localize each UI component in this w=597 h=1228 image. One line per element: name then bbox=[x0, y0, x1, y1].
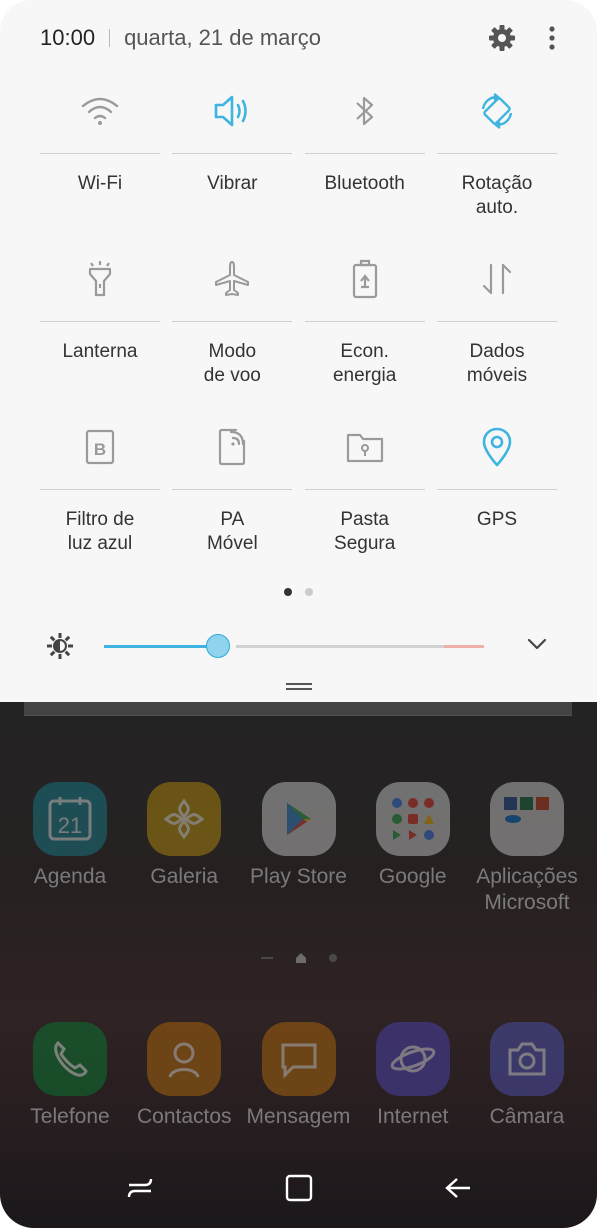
tiles-page-indicator bbox=[0, 588, 597, 596]
brightness-track-end bbox=[444, 645, 484, 648]
wifi-icon bbox=[81, 97, 119, 125]
secure-folder-icon bbox=[346, 433, 383, 463]
tile-label: Modo de voo bbox=[203, 341, 261, 386]
tile-label: Dados móveis bbox=[466, 341, 528, 386]
tile-bluetooth[interactable]: Bluetooth bbox=[304, 78, 425, 246]
quick-settings-panel: 10:00 quarta, 21 de março Wi-Fi Vibrar B… bbox=[0, 0, 597, 702]
bluetooth-icon bbox=[355, 96, 373, 126]
navigation-bar bbox=[0, 1148, 597, 1228]
tile-row: B Filtro de luz azul PA Móvel Pasta Segu… bbox=[40, 414, 557, 582]
tile-label: Lanterna bbox=[62, 341, 138, 362]
tile-airplane[interactable]: Modo de voo bbox=[172, 246, 293, 414]
vibrate-icon bbox=[215, 95, 248, 127]
tile-label: GPS bbox=[476, 509, 518, 530]
svg-text:B: B bbox=[94, 440, 106, 459]
tile-mobile-data[interactable]: Dados móveis bbox=[436, 246, 557, 414]
gps-location-icon bbox=[482, 427, 512, 467]
brightness-sun-icon[interactable] bbox=[46, 632, 74, 660]
chevron-down-icon[interactable] bbox=[526, 636, 548, 652]
page-dot[interactable] bbox=[305, 588, 313, 596]
tile-vibrate[interactable]: Vibrar bbox=[172, 78, 293, 246]
tile-mobile-hotspot[interactable]: PA Móvel bbox=[172, 414, 293, 582]
back-button[interactable] bbox=[433, 1163, 483, 1213]
more-options-icon[interactable] bbox=[547, 23, 557, 53]
clock: 10:00 bbox=[40, 25, 96, 50]
tile-label: Vibrar bbox=[207, 173, 258, 194]
page-dot-active[interactable] bbox=[284, 588, 292, 596]
tile-secure-folder[interactable]: Pasta Segura bbox=[304, 414, 425, 582]
brightness-control bbox=[46, 628, 556, 664]
panel-header: 10:00 quarta, 21 de março bbox=[40, 22, 557, 54]
tile-label: Pasta Segura bbox=[334, 509, 396, 554]
brightness-track-fill bbox=[104, 645, 218, 648]
settings-gear-icon[interactable] bbox=[487, 23, 517, 53]
tile-auto-rotate[interactable]: Rotação auto. bbox=[436, 78, 557, 246]
tile-battery-saver[interactable]: Econ. energia bbox=[304, 246, 425, 414]
mobile-hotspot-icon bbox=[219, 428, 246, 466]
home-screen: 21 Agenda Galeria Play Store Google Apli… bbox=[0, 700, 597, 1228]
tile-label: Rotação auto. bbox=[461, 173, 533, 218]
mobile-data-icon bbox=[482, 263, 512, 295]
recents-button[interactable] bbox=[115, 1163, 165, 1213]
tile-label: Bluetooth bbox=[324, 173, 405, 194]
date: quarta, 21 de março bbox=[124, 25, 321, 50]
recents-icon bbox=[127, 1178, 152, 1198]
quick-tiles-grid: Wi-Fi Vibrar Bluetooth Rotação auto. Lan… bbox=[40, 78, 557, 582]
header-separator bbox=[109, 29, 111, 47]
tile-label: Econ. energia bbox=[332, 341, 397, 386]
back-arrow-icon bbox=[444, 1178, 470, 1198]
tile-label: Wi-Fi bbox=[77, 173, 123, 194]
tile-gps[interactable]: GPS bbox=[436, 414, 557, 582]
brightness-slider-thumb[interactable] bbox=[206, 634, 230, 658]
tile-row: Lanterna Modo de voo Econ. energia Dados… bbox=[40, 246, 557, 414]
tile-flashlight[interactable]: Lanterna bbox=[40, 246, 160, 414]
home-icon bbox=[285, 1174, 312, 1202]
flashlight-icon bbox=[88, 261, 112, 297]
blue-light-filter-icon: B bbox=[85, 429, 115, 465]
tile-wifi[interactable]: Wi-Fi bbox=[40, 78, 160, 246]
tile-blue-light-filter[interactable]: B Filtro de luz azul bbox=[40, 414, 160, 582]
panel-drag-handle[interactable] bbox=[286, 683, 312, 691]
auto-rotate-icon bbox=[481, 93, 513, 129]
home-button[interactable] bbox=[274, 1163, 324, 1213]
tile-row: Wi-Fi Vibrar Bluetooth Rotação auto. bbox=[40, 78, 557, 246]
tile-label: Filtro de luz azul bbox=[65, 509, 135, 554]
tile-label: PA Móvel bbox=[206, 509, 258, 554]
airplane-icon bbox=[215, 261, 250, 296]
battery-saver-icon bbox=[352, 259, 377, 299]
